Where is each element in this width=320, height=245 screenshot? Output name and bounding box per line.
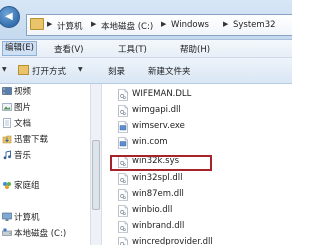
- dll-file-icon: [118, 205, 128, 217]
- file-row[interactable]: win87em.dll: [112, 188, 292, 202]
- file-row[interactable]: win32spl.dll: [112, 172, 292, 186]
- sidebar-item-label: 计算机: [14, 213, 40, 223]
- command-toolbar: ▼ 打开方式 ▼ 刻录 新建文件夹: [0, 58, 292, 84]
- chevron-right-icon: ▶: [223, 20, 229, 28]
- folder-icon: [30, 18, 44, 30]
- file-name: win32spl.dll: [132, 173, 183, 183]
- dll-file-icon: [118, 189, 128, 201]
- chevron-down-icon[interactable]: ▼: [78, 66, 83, 73]
- chevron-right-icon: ▶: [91, 20, 97, 28]
- computer-icon: [2, 212, 12, 221]
- burn-button[interactable]: 刻录: [108, 65, 125, 77]
- file-name: winbio.dll: [132, 205, 173, 215]
- dll-file-icon: [118, 105, 128, 117]
- dll-file-icon: [118, 237, 128, 245]
- breadcrumb-system32[interactable]: System32: [233, 20, 276, 30]
- drive-icon: [2, 228, 12, 236]
- sidebar-item-local-disk-c[interactable]: 本地磁盘 (C:): [0, 226, 90, 240]
- breadcrumb-windows[interactable]: Windows: [171, 20, 209, 30]
- sidebar-item-music[interactable]: 音乐: [0, 148, 90, 162]
- homegroup-icon: [3, 182, 11, 189]
- file-row[interactable]: winbio.dll: [112, 204, 292, 218]
- sidebar-item-homegroup[interactable]: 家庭组: [0, 178, 90, 192]
- sidebar-item-pictures[interactable]: 图片: [0, 100, 90, 114]
- file-row[interactable]: WIFEMAN.DLL: [112, 88, 292, 102]
- open-with-button[interactable]: 打开方式: [32, 65, 66, 77]
- file-name: wincredprovider.dll: [132, 237, 213, 245]
- chevron-right-icon: ▶: [161, 20, 167, 28]
- breadcrumb-drive-c[interactable]: 本地磁盘 (C:): [101, 20, 153, 32]
- dll-file-icon: [118, 89, 128, 101]
- scrollbar-thumb[interactable]: [92, 140, 100, 210]
- file-row[interactable]: wimgapi.dll: [112, 104, 292, 118]
- menu-edit[interactable]: 编辑(E): [2, 41, 38, 56]
- file-name: WIFEMAN.DLL: [132, 89, 192, 99]
- sidebar-item-label: 家庭组: [14, 181, 40, 191]
- file-name: winbrand.dll: [132, 221, 185, 231]
- explorer-window: ◀ ▶ 计算机 ▶ 本地磁盘 (C:) ▶ Windows ▶ System32…: [0, 0, 292, 245]
- dll-file-icon: [118, 221, 128, 233]
- music-icon: [3, 150, 11, 160]
- sidebar-item-label: 本地磁盘 (C:): [14, 229, 67, 239]
- file-row[interactable]: wimserv.exe: [112, 120, 292, 134]
- folder-icon: [18, 65, 29, 75]
- chevron-down-icon[interactable]: ▼: [2, 66, 7, 73]
- navigation-pane: 视频 图片 文档 迅雷下载 音乐 家庭组 计算机 本地磁盘 (C:): [0, 84, 90, 245]
- dll-file-icon: [118, 173, 128, 185]
- address-strip: ◀ ▶ 计算机 ▶ 本地磁盘 (C:) ▶ Windows ▶ System32: [0, 0, 292, 40]
- download-icon: [2, 135, 12, 144]
- sidebar-item-computer[interactable]: 计算机: [0, 210, 90, 224]
- sidebar-item-label: 视频: [14, 87, 32, 97]
- back-arrow-icon: ◀: [5, 11, 13, 22]
- picture-icon: [2, 103, 12, 111]
- file-row[interactable]: winbrand.dll: [112, 220, 292, 234]
- back-button[interactable]: ◀: [0, 6, 20, 28]
- sidebar-item-label: 迅雷下载: [14, 135, 49, 145]
- menu-help[interactable]: 帮助(H): [180, 43, 210, 55]
- file-row[interactable]: wincredprovider.dll: [112, 236, 292, 245]
- document-icon: [3, 118, 11, 128]
- file-name: win87em.dll: [132, 189, 184, 199]
- file-name: win.com: [132, 137, 168, 147]
- com-file-icon: [118, 137, 128, 149]
- new-folder-button[interactable]: 新建文件夹: [148, 65, 191, 77]
- chevron-right-icon: ▶: [47, 20, 53, 28]
- sidebar-item-label: 文档: [14, 119, 32, 129]
- sidebar-item-documents[interactable]: 文档: [0, 116, 90, 130]
- file-row[interactable]: win.com: [112, 136, 292, 150]
- sidebar-item-video[interactable]: 视频: [0, 84, 90, 98]
- executable-file-icon: [118, 121, 128, 133]
- sidebar-item-label: 音乐: [14, 151, 32, 161]
- file-name: wimserv.exe: [132, 121, 185, 131]
- file-name: wimgapi.dll: [132, 105, 181, 115]
- breadcrumb-computer[interactable]: 计算机: [57, 20, 83, 32]
- menu-bar: 编辑(E) 查看(V) 工具(T) 帮助(H): [0, 40, 292, 58]
- sidebar-item-thunder-downloads[interactable]: 迅雷下载: [0, 132, 90, 146]
- video-icon: [2, 87, 12, 95]
- highlight-box: [110, 155, 212, 171]
- sidebar-item-label: 图片: [14, 103, 32, 113]
- menu-tools[interactable]: 工具(T): [118, 43, 147, 55]
- address-bar[interactable]: ▶ 计算机 ▶ 本地磁盘 (C:) ▶ Windows ▶ System32: [26, 14, 292, 36]
- menu-view[interactable]: 查看(V): [54, 43, 83, 55]
